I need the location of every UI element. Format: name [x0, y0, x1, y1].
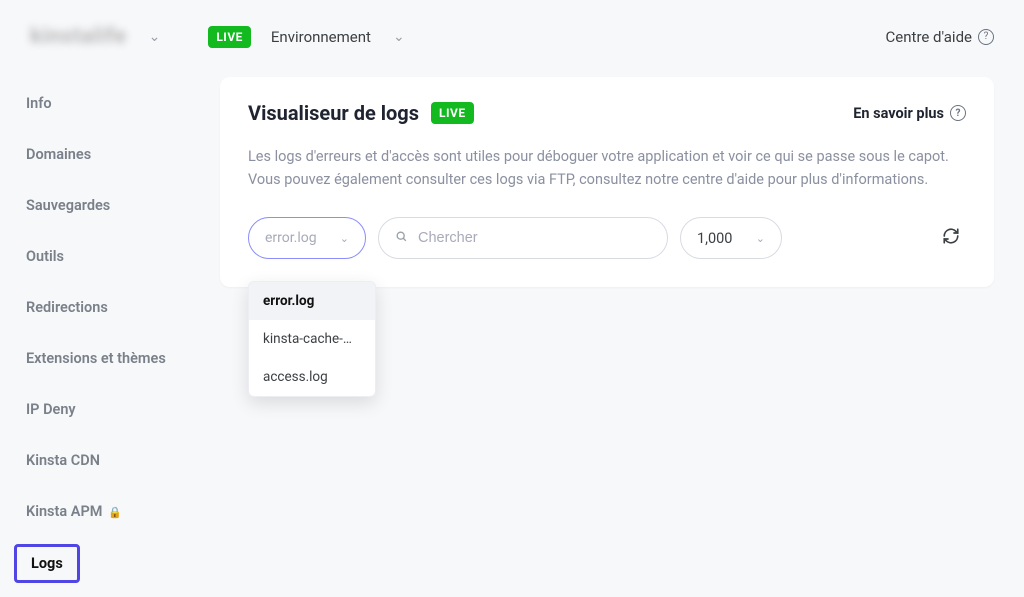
- sidebar: Info Domaines Sauvegardes Outils Redirec…: [24, 77, 204, 597]
- search-input-wrap[interactable]: [378, 217, 668, 259]
- controls-row: error.log ⌄ 1,000 ⌄: [248, 217, 966, 259]
- help-center-link[interactable]: Centre d'aide ?: [886, 28, 994, 46]
- sidebar-item-label: Kinsta APM: [26, 503, 102, 520]
- line-count-value: 1,000: [697, 230, 732, 247]
- logfile-select-value: error.log: [265, 230, 317, 246]
- search-input[interactable]: [418, 230, 651, 246]
- log-viewer-card: Visualiseur de logs LIVE En savoir plus …: [220, 77, 994, 287]
- topbar: kinstalife ⌄ LIVE Environnement ⌄ Centre…: [24, 24, 994, 49]
- sidebar-item-apm[interactable]: Kinsta APM 🔒: [24, 493, 124, 530]
- sidebar-item-redirections[interactable]: Redirections: [24, 289, 110, 326]
- sidebar-item-outils[interactable]: Outils: [24, 238, 66, 275]
- logfile-select[interactable]: error.log ⌄: [248, 217, 366, 259]
- search-icon: [395, 230, 408, 247]
- card-title: Visualiseur de logs: [248, 101, 419, 125]
- dropdown-option-kinsta-cache[interactable]: kinsta-cache-…: [249, 320, 375, 358]
- chevron-down-icon: ⌄: [756, 232, 765, 245]
- dropdown-option-error[interactable]: error.log: [249, 282, 375, 320]
- sidebar-item-extensions[interactable]: Extensions et thèmes: [24, 340, 168, 377]
- main: Visualiseur de logs LIVE En savoir plus …: [204, 77, 994, 597]
- refresh-button[interactable]: [936, 223, 966, 253]
- learn-more-link[interactable]: En savoir plus ?: [853, 105, 966, 122]
- card-live-badge: LIVE: [431, 102, 474, 124]
- help-center-label: Centre d'aide: [886, 28, 972, 46]
- sidebar-item-domaines[interactable]: Domaines: [24, 136, 93, 173]
- chevron-down-icon[interactable]: ⌄: [147, 29, 173, 45]
- sidebar-item-cdn[interactable]: Kinsta CDN: [24, 442, 102, 479]
- live-badge: LIVE: [208, 26, 251, 48]
- learn-more-label: En savoir plus: [853, 105, 944, 122]
- line-count-select[interactable]: 1,000 ⌄: [680, 217, 782, 259]
- chevron-down-icon: ⌄: [340, 232, 349, 245]
- lock-icon: 🔒: [108, 506, 122, 519]
- sidebar-item-ipdeny[interactable]: IP Deny: [24, 391, 78, 428]
- help-icon: ?: [950, 105, 966, 121]
- sidebar-item-logs[interactable]: Logs: [14, 544, 80, 583]
- environment-label: Environnement: [271, 28, 371, 46]
- env-chevron-down-icon[interactable]: ⌄: [391, 29, 417, 45]
- card-description: Les logs d'erreurs et d'accès sont utile…: [248, 145, 966, 191]
- logfile-dropdown: error.log kinsta-cache-… access.log: [248, 281, 376, 397]
- dropdown-option-access[interactable]: access.log: [249, 358, 375, 396]
- sidebar-item-info[interactable]: Info: [24, 85, 54, 122]
- sidebar-item-sauvegardes[interactable]: Sauvegardes: [24, 187, 112, 224]
- site-name: kinstalife: [24, 24, 133, 49]
- help-icon: ?: [978, 29, 994, 45]
- refresh-icon: [942, 227, 960, 245]
